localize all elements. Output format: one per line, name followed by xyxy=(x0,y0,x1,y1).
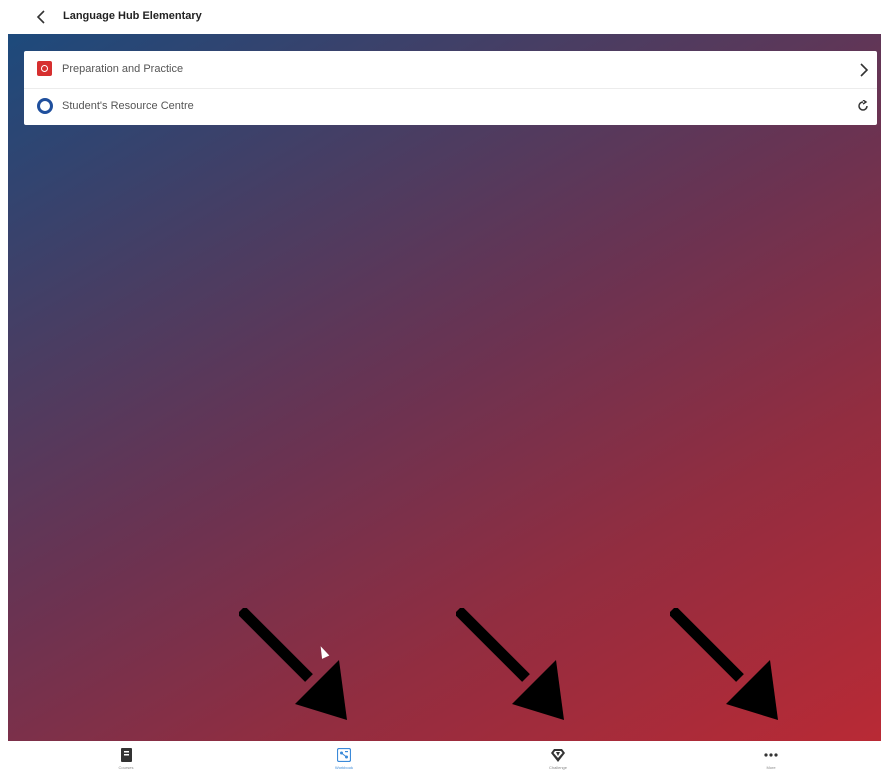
nav-tab-workbook[interactable]: Workbook xyxy=(304,741,384,777)
menu-item-label: Preparation and Practice xyxy=(62,63,184,75)
app-window: Language Hub Elementary Preparation and … xyxy=(0,0,889,777)
menu-item-student-resource-centre[interactable]: Student's Resource Centre xyxy=(24,88,877,125)
course-background: Preparation and Practice Student's Resou… xyxy=(8,34,881,741)
external-link-icon xyxy=(858,100,868,111)
more-dots-icon xyxy=(764,748,778,762)
top-bar: Language Hub Elementary xyxy=(0,0,889,34)
annotation-arrow xyxy=(239,608,347,720)
bottom-nav-bar: Courses Workbook Challenge More xyxy=(0,741,889,777)
menu-item-preparation-practice[interactable]: Preparation and Practice xyxy=(24,51,877,89)
course-menu: Preparation and Practice Student's Resou… xyxy=(24,51,877,125)
workbook-icon xyxy=(337,748,351,762)
annotation-arrow xyxy=(456,608,564,720)
nav-tab-label: Courses xyxy=(118,765,134,770)
nav-tab-label: Workbook xyxy=(335,765,353,770)
nav-tab-courses[interactable]: Courses xyxy=(86,741,166,777)
nav-tab-label: Challenge xyxy=(548,765,567,770)
menu-item-label: Student's Resource Centre xyxy=(62,100,194,112)
practice-icon xyxy=(37,61,52,76)
chevron-left-icon xyxy=(36,10,45,24)
back-button[interactable] xyxy=(34,9,48,25)
annotation-arrow xyxy=(670,608,778,720)
nav-tab-label: More xyxy=(766,765,776,770)
nav-tab-more[interactable]: More xyxy=(731,741,811,777)
resource-circle-icon xyxy=(37,98,53,114)
chevron-right-icon xyxy=(860,63,869,77)
nav-tab-challenge[interactable]: Challenge xyxy=(518,741,598,777)
book-icon xyxy=(119,748,133,762)
diamond-icon xyxy=(551,748,565,762)
page-title: Language Hub Elementary xyxy=(63,10,202,22)
